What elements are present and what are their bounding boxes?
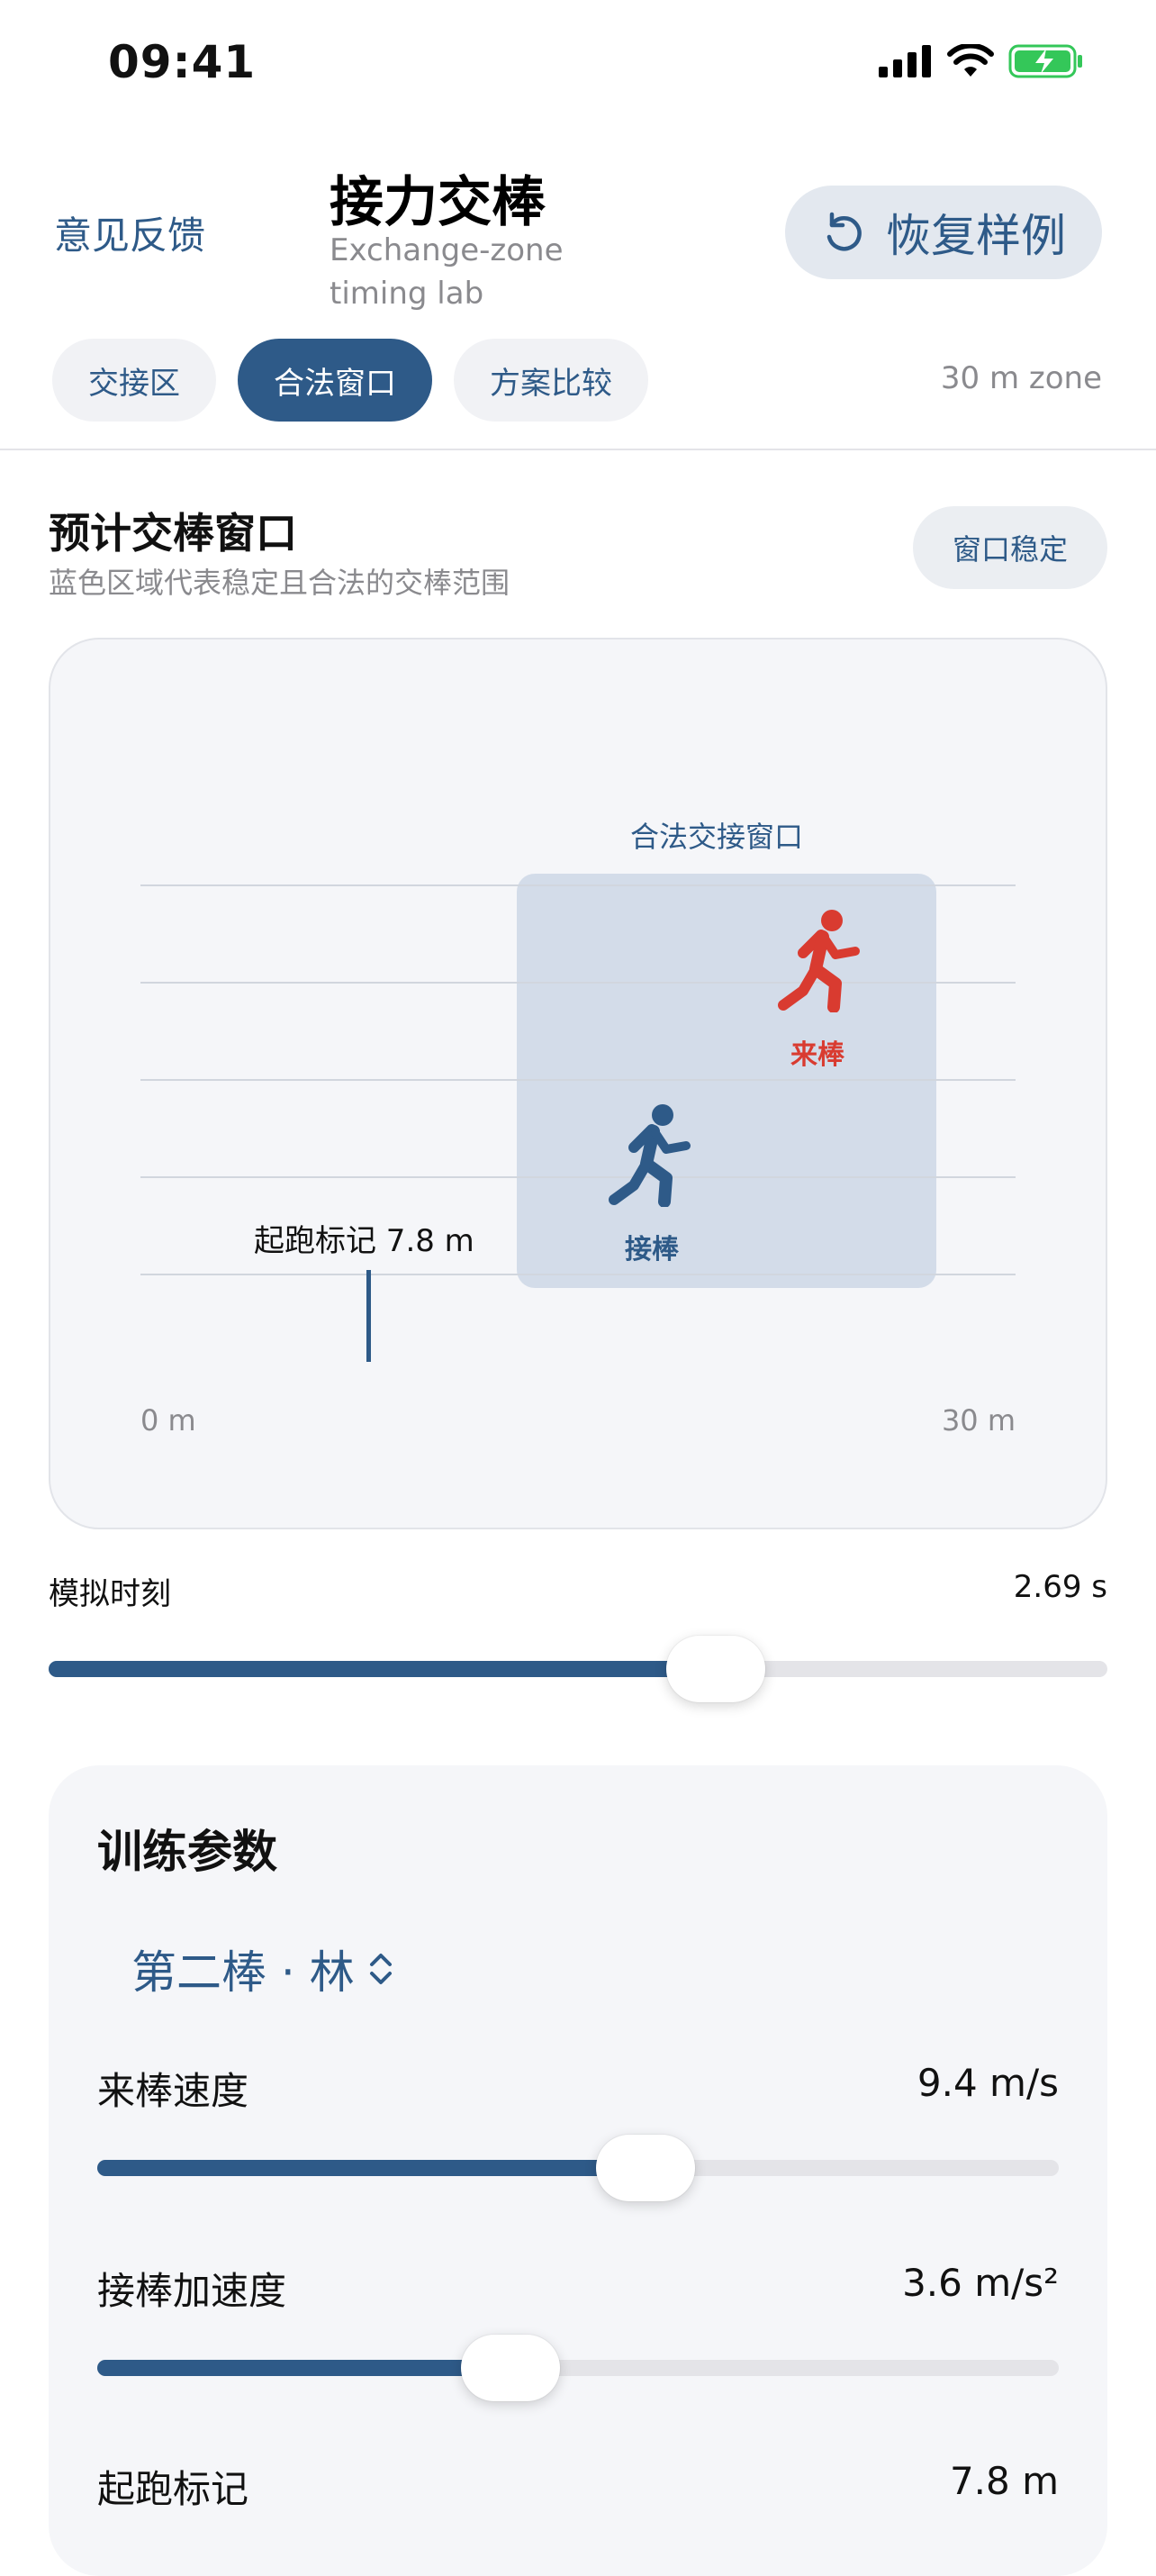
incoming-runner-label: 来棒 <box>790 1039 844 1071</box>
sim-time-value: 2.69 s <box>1013 1569 1107 1605</box>
page-title: 接力交棒 <box>330 171 546 234</box>
start-mark-param-label: 起跑标记 <box>97 2467 249 2511</box>
sim-time-slider[interactable] <box>49 1636 1107 1702</box>
incoming-speed-value: 9.4 m/s <box>917 2061 1059 2105</box>
slider-fill <box>97 2360 511 2376</box>
section-title: 预计交棒窗口 <box>49 509 297 558</box>
receiver-accel-slider[interactable] <box>97 2335 1059 2401</box>
receiver-accel-value: 3.6 m/s² <box>902 2261 1059 2305</box>
status-time: 09:41 <box>108 36 257 88</box>
start-mark-param-value: 7.8 m <box>949 2459 1059 2503</box>
reset-icon <box>826 212 862 251</box>
slider-fill <box>49 1661 716 1677</box>
slider-fill <box>97 2160 646 2176</box>
section-subtitle: 蓝色区域代表稳定且合法的交棒范围 <box>49 566 510 600</box>
battery-charging-icon <box>1008 44 1082 78</box>
legal-window-area <box>517 874 936 1288</box>
chevron-up-down-icon <box>369 1954 392 1984</box>
lane-line <box>140 1274 1016 1275</box>
lane-line <box>140 1079 1016 1081</box>
params-title: 训练参数 <box>97 1826 277 1878</box>
lane-line <box>140 982 1016 984</box>
reset-label: 恢复样例 <box>886 210 1066 262</box>
receiver-runner-label: 接棒 <box>625 1234 679 1265</box>
legal-window-label: 合法交接窗口 <box>630 820 804 854</box>
axis-end-label: 30 m <box>941 1403 1016 1438</box>
incoming-speed-label: 来棒速度 <box>97 2069 249 2113</box>
divider <box>0 449 1156 450</box>
wifi-icon <box>947 44 994 77</box>
tab-exchange-zone[interactable]: 交接区 <box>52 339 216 422</box>
status-icons <box>879 43 1084 79</box>
tab-legal-window[interactable]: 合法窗口 <box>238 339 432 422</box>
reset-sample-button[interactable]: 恢复样例 <box>785 186 1102 279</box>
sim-time-label: 模拟时刻 <box>49 1576 171 1612</box>
incoming-speed-slider[interactable] <box>97 2135 1059 2201</box>
start-mark-line[interactable] <box>366 1270 371 1362</box>
slider-thumb[interactable] <box>665 1636 765 1702</box>
slider-thumb[interactable] <box>595 2135 695 2201</box>
axis-start-label: 0 m <box>140 1403 196 1438</box>
slider-thumb[interactable] <box>461 2335 561 2401</box>
page-subtitle: Exchange-zone timing lab <box>330 232 564 312</box>
lane-line <box>140 1176 1016 1178</box>
feedback-button[interactable]: 意见反馈 <box>54 205 205 260</box>
runner-picker-value: 第二棒 · 林 <box>131 1946 355 1999</box>
lane-line <box>140 884 1016 886</box>
receiver-accel-label: 接棒加速度 <box>97 2269 287 2313</box>
start-mark-label: 起跑标记 7.8 m <box>254 1223 474 1259</box>
window-status-badge: 窗口稳定 <box>913 506 1107 589</box>
incoming-runner-icon <box>778 910 860 1012</box>
runner-picker[interactable]: 第二棒 · 林 <box>131 1937 394 2001</box>
receiver-runner-icon <box>609 1104 691 1207</box>
tab-plan-compare[interactable]: 方案比较 <box>454 339 648 422</box>
cellular-signal-icon <box>879 45 931 77</box>
zone-length-label: 30 m zone <box>940 360 1102 396</box>
